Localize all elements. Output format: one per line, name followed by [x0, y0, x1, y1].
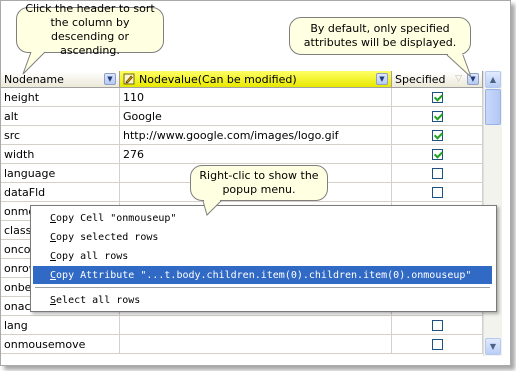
- menu-item-copy-cell[interactable]: Copy Cell "onmouseup": [33, 209, 492, 227]
- table-row[interactable]: lang: [1, 316, 483, 335]
- attribute-name-cell[interactable]: onmousemove: [1, 335, 120, 354]
- header-nodevalue[interactable]: Nodevalue(Can be modified) ▼: [120, 71, 392, 88]
- attribute-value-cell[interactable]: [120, 316, 392, 335]
- menu-item-select-all-rows[interactable]: Select all rows: [33, 291, 492, 309]
- specified-checkbox[interactable]: [431, 186, 443, 198]
- chevron-down-icon[interactable]: ▼: [376, 73, 388, 85]
- menu-item-label: Copy all rows: [50, 250, 129, 262]
- attribute-value-cell[interactable]: Google: [120, 107, 392, 126]
- specified-cell: [392, 183, 483, 202]
- callout-popup-tail: [202, 198, 222, 216]
- menu-separator: [35, 287, 490, 288]
- specified-checkbox[interactable]: [431, 319, 443, 331]
- header-nodevalue-label: Nodevalue(Can be modified): [139, 72, 297, 86]
- context-menu: Copy Cell "onmouseup" Copy selected rows…: [30, 205, 497, 312]
- menu-item-label: Copy Cell "onmouseup": [50, 212, 177, 224]
- table-row[interactable]: width 276: [1, 145, 483, 164]
- menu-item-copy-attribute[interactable]: Copy Attribute "...t.body.children.item(…: [33, 266, 492, 284]
- specified-cell: [392, 164, 483, 183]
- chevron-down-icon[interactable]: ▼: [104, 73, 116, 85]
- menu-item-label: Select all rows: [50, 294, 141, 306]
- menu-item-copy-selected-rows[interactable]: Copy selected rows: [33, 228, 492, 246]
- menu-item-copy-all-rows[interactable]: Copy all rows: [33, 247, 492, 265]
- table-row[interactable]: alt Google: [1, 107, 483, 126]
- callout-attributes-text: By default, only specified attributes wi…: [303, 22, 457, 49]
- table-row[interactable]: src http://www.google.com/images/logo.gif: [1, 126, 483, 145]
- attribute-name-cell[interactable]: width: [1, 145, 120, 164]
- callout-attributes-tail: [446, 52, 472, 78]
- pencil-edit-icon: [123, 73, 135, 85]
- table-row[interactable]: onmousemove: [1, 335, 483, 354]
- specified-checkbox[interactable]: [431, 338, 443, 350]
- specified-checkbox[interactable]: [431, 110, 443, 122]
- attribute-name-cell[interactable]: src: [1, 126, 120, 145]
- callout-popup-text: Right-clic to show the popup menu.: [199, 169, 319, 196]
- table-row[interactable]: height 110: [1, 88, 483, 107]
- callout-sort-tail: [22, 49, 46, 75]
- scroll-up-button[interactable]: ▲: [485, 71, 501, 88]
- specified-cell: [392, 107, 483, 126]
- specified-checkbox[interactable]: [431, 167, 443, 179]
- specified-cell: [392, 88, 483, 107]
- attribute-name-cell[interactable]: dataFld: [1, 183, 120, 202]
- specified-cell: [392, 126, 483, 145]
- menu-item-label: Copy Attribute "...t.body.children.item(…: [50, 269, 472, 281]
- menu-item-label: Copy selected rows: [50, 231, 159, 243]
- attribute-value-cell[interactable]: http://www.google.com/images/logo.gif: [120, 126, 392, 145]
- attribute-value-cell[interactable]: 110: [120, 88, 392, 107]
- scroll-thumb[interactable]: [485, 89, 501, 125]
- specified-cell: [392, 145, 483, 164]
- grid-header: Nodename ▼ Nodevalue(Can be modified) ▼ …: [1, 71, 483, 88]
- attribute-value-cell[interactable]: [120, 335, 392, 354]
- chevron-up-icon: ▲: [489, 75, 497, 84]
- header-specified-label: Specified: [395, 72, 446, 86]
- attribute-name-cell[interactable]: alt: [1, 107, 120, 126]
- chevron-down-icon: ▼: [489, 342, 497, 351]
- specified-checkbox[interactable]: [431, 148, 443, 160]
- specified-checkbox[interactable]: [431, 91, 443, 103]
- specified-checkbox[interactable]: [431, 129, 443, 141]
- attribute-name-cell[interactable]: lang: [1, 316, 120, 335]
- dom-attribute-viewer-window: Nodename ▼ Nodevalue(Can be modified) ▼ …: [0, 0, 511, 366]
- attribute-name-cell[interactable]: height: [1, 88, 120, 107]
- attribute-value-cell[interactable]: 276: [120, 145, 392, 164]
- scroll-down-button[interactable]: ▼: [485, 338, 501, 355]
- specified-cell: [392, 335, 483, 354]
- attribute-name-cell[interactable]: language: [1, 164, 120, 183]
- specified-cell: [392, 316, 483, 335]
